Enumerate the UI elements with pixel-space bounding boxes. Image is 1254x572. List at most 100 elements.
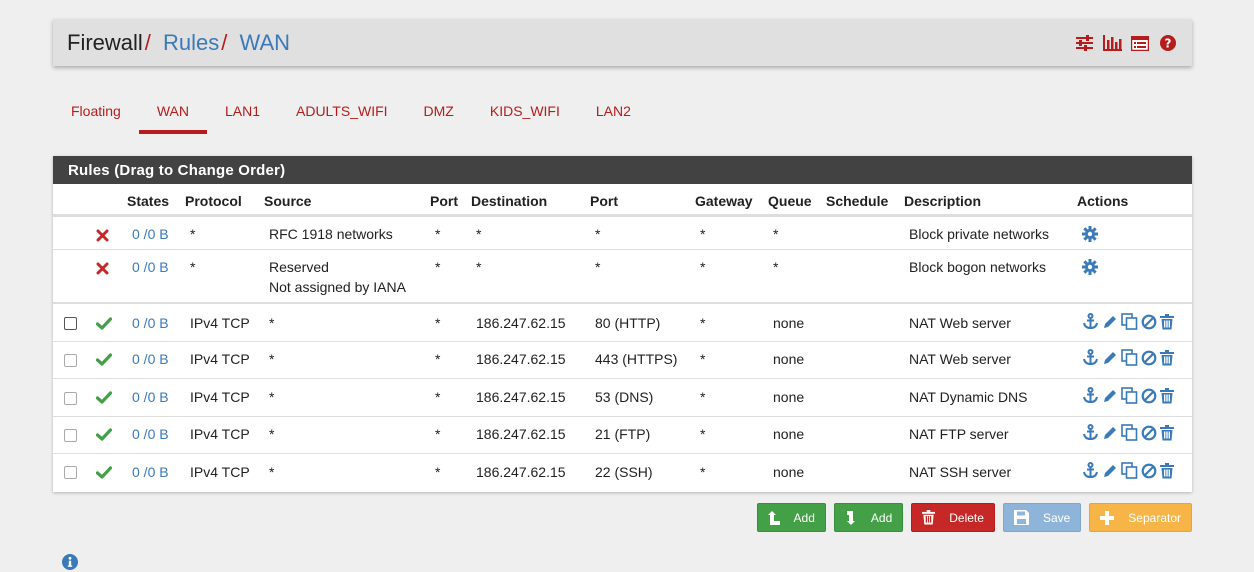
help-icon[interactable]: ? [1158,34,1178,52]
anchor-icon[interactable] [1082,462,1099,479]
breadcrumb-wan-link[interactable]: WAN [240,30,291,55]
table-row[interactable]: 0 /0 B * Reserved Not assigned by IANA *… [53,249,1192,302]
edit-pencil-icon[interactable] [1102,314,1118,330]
states-link[interactable]: 0 /0 B [132,389,169,405]
floppy-disk-icon [1013,510,1029,525]
queue-cell: none [773,351,805,367]
tab-lan1[interactable]: LAN1 [207,92,278,134]
delete-button[interactable]: Delete [911,503,995,532]
tab-kids-wifi[interactable]: KIDS_WIFI [472,92,578,134]
col-states[interactable]: States [127,193,169,209]
info-icon[interactable] [62,553,78,571]
anchor-icon[interactable] [1082,387,1099,404]
col-actions: Actions [1077,193,1129,209]
table-row[interactable]: 0 /0 B IPv4 TCP * * 186.247.62.15 53 (DN… [53,378,1192,416]
row-select-checkbox[interactable] [64,466,77,479]
table-row[interactable]: 0 /0 B IPv4 TCP * * 186.247.62.15 21 (FT… [53,416,1192,453]
block-icon[interactable] [96,259,109,275]
states-link[interactable]: 0 /0 B [132,464,169,480]
list-icon[interactable] [1130,34,1150,52]
col-schedule[interactable]: Schedule [826,193,888,209]
pass-check-icon[interactable] [96,388,112,404]
trash-icon[interactable] [1160,349,1174,366]
copy-icon[interactable] [1121,424,1138,441]
breadcrumb-separator: / [144,30,151,55]
disable-ban-icon[interactable] [1141,314,1157,330]
copy-icon[interactable] [1121,349,1138,366]
edit-pencil-icon[interactable] [1102,463,1118,479]
breadcrumb-rules-link[interactable]: Rules [163,30,219,55]
disable-ban-icon[interactable] [1141,388,1157,404]
tab-lan2[interactable]: LAN2 [578,92,649,134]
tab-floating[interactable]: Floating [53,92,139,134]
copy-icon[interactable] [1121,387,1138,404]
protocol-cell: * [190,226,196,242]
source-cell: Reserved [269,259,329,275]
trash-icon[interactable] [1160,387,1174,404]
copy-icon[interactable] [1121,313,1138,330]
row-select-checkbox[interactable] [64,429,77,442]
col-destination[interactable]: Destination [471,193,547,209]
trash-icon[interactable] [1160,313,1174,330]
col-dest-port[interactable]: Port [590,193,618,209]
add-bottom-label: Add [870,510,893,525]
tab-dmz[interactable]: DMZ [406,92,472,134]
pass-check-icon[interactable] [96,425,112,441]
edit-pencil-icon[interactable] [1102,388,1118,404]
add-rule-top-button[interactable]: Add [756,503,826,532]
tab-wan[interactable]: WAN [138,92,207,134]
anchor-icon[interactable] [1082,313,1099,330]
save-label: Save [1042,510,1071,525]
pass-check-icon[interactable] [96,314,112,330]
table-row[interactable]: 0 /0 B IPv4 TCP * * 186.247.62.15 80 (HT… [53,302,1192,341]
queue-cell: none [773,464,805,480]
anchor-icon[interactable] [1082,349,1099,366]
gateway-cell: * [700,351,706,367]
chart-icon[interactable] [1102,34,1122,52]
pass-check-icon[interactable] [96,350,112,366]
destination-cell: 186.247.62.15 [476,389,566,405]
description-cell: NAT Web server [909,351,1011,367]
col-source[interactable]: Source [264,193,311,209]
states-link[interactable]: 0 /0 B [132,426,169,442]
states-link[interactable]: 0 /0 B [132,315,169,331]
col-gateway[interactable]: Gateway [695,193,753,209]
table-row[interactable]: 0 /0 B IPv4 TCP * * 186.247.62.15 22 (SS… [53,453,1192,492]
col-queue[interactable]: Queue [768,193,812,209]
block-icon[interactable] [96,226,109,242]
disable-ban-icon[interactable] [1141,463,1157,479]
protocol-cell: IPv4 TCP [190,426,250,442]
gear-icon[interactable] [1082,225,1098,243]
table-row[interactable]: 0 /0 B IPv4 TCP * * 186.247.62.15 443 (H… [53,341,1192,378]
pass-check-icon[interactable] [96,463,112,479]
breadcrumb-separator: / [221,30,228,55]
tab-adults-wifi[interactable]: ADULTS_WIFI [278,92,406,134]
row-select-checkbox[interactable] [64,354,77,367]
gear-icon[interactable] [1082,258,1098,276]
states-link[interactable]: 0 /0 B [132,351,169,367]
trash-icon[interactable] [1160,462,1174,479]
trash-icon[interactable] [1160,424,1174,441]
anchor-icon[interactable] [1082,424,1099,441]
table-row[interactable]: 0 /0 B * RFC 1918 networks * * * * * Blo… [53,216,1192,249]
row-select-checkbox[interactable] [64,317,77,330]
col-description[interactable]: Description [904,193,981,209]
states-link[interactable]: 0 /0 B [132,226,169,242]
edit-pencil-icon[interactable] [1102,425,1118,441]
disable-ban-icon[interactable] [1141,425,1157,441]
separator-button[interactable]: Separator [1089,503,1192,532]
copy-icon[interactable] [1121,462,1138,479]
description-cell: NAT FTP server [909,426,1009,442]
edit-pencil-icon[interactable] [1102,350,1118,366]
add-rule-bottom-button[interactable]: Add [833,503,904,532]
queue-cell: none [773,426,805,442]
sliders-icon[interactable] [1074,34,1094,52]
states-link[interactable]: 0 /0 B [132,259,169,275]
breadcrumb: Firewall/ Rules/ WAN [67,30,290,56]
col-protocol[interactable]: Protocol [185,193,242,209]
disable-ban-icon[interactable] [1141,350,1157,366]
description-cell: NAT Web server [909,315,1011,331]
save-button[interactable]: Save [1002,503,1082,532]
col-source-port[interactable]: Port [430,193,458,209]
row-select-checkbox[interactable] [64,392,77,405]
